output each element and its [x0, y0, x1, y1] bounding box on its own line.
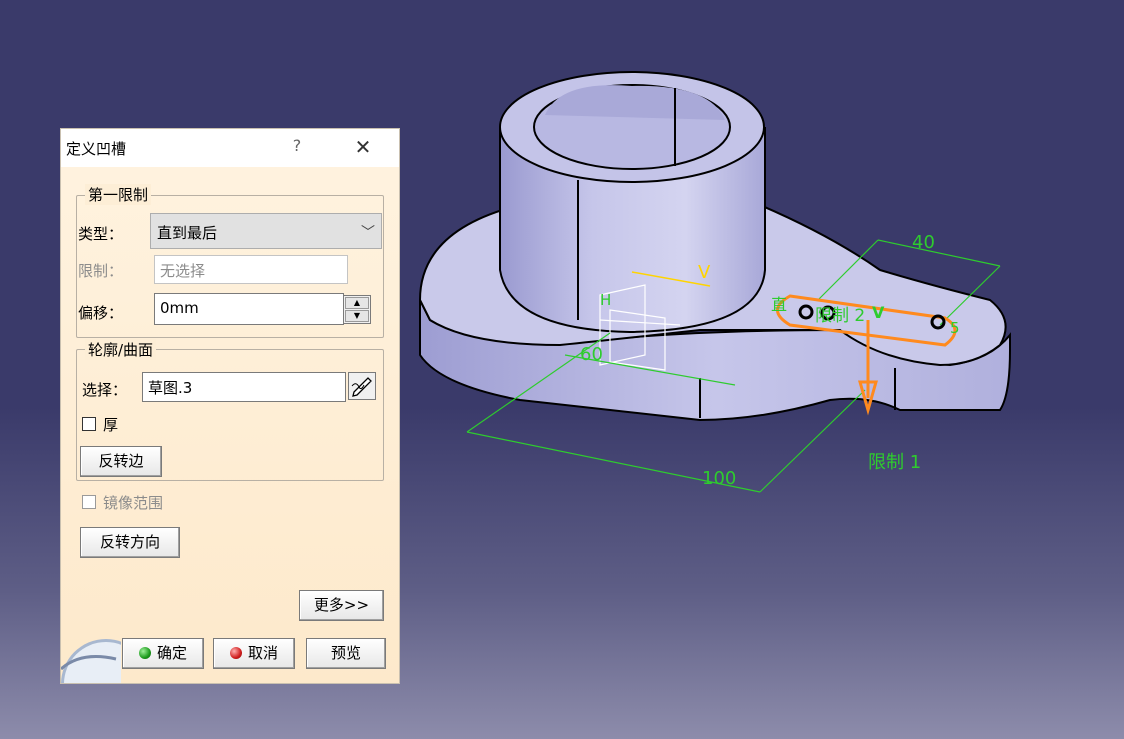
mirror-extent-checkbox[interactable]: [82, 495, 96, 509]
dimension-60: 60: [580, 344, 603, 365]
limit-1-label: 限制 1: [868, 452, 921, 473]
limit-2-label: 限制 2: [815, 306, 865, 326]
close-button[interactable]: ✕: [349, 135, 377, 159]
stepper-up-icon[interactable]: ▲: [345, 297, 369, 309]
profile-legend: 轮廓/曲面: [85, 339, 157, 360]
cancel-icon: [229, 647, 242, 659]
ok-label: 确定: [156, 644, 187, 662]
h-axis-label: H: [600, 291, 611, 309]
reverse-direction-button[interactable]: 反转方向: [80, 527, 180, 558]
type-label: 类型：: [78, 225, 124, 243]
thick-label: 厚: [103, 416, 119, 434]
profile-select-field[interactable]: 草图.3: [142, 372, 346, 402]
select-label: 选择：: [82, 381, 128, 399]
more-button[interactable]: 更多>>: [299, 590, 384, 621]
offset-label: 偏移：: [78, 304, 124, 322]
dialog-titlebar[interactable]: 定义凹槽 ? ✕: [61, 129, 399, 167]
limit-field[interactable]: 无选择: [154, 255, 348, 284]
thick-checkbox[interactable]: [82, 417, 96, 431]
profile-select-value: 草图.3: [148, 379, 193, 397]
offset-value: 0mm: [160, 299, 199, 317]
ok-icon: [138, 647, 151, 659]
sketch-edit-icon: [351, 377, 372, 397]
label-zhi: 直: [771, 295, 787, 314]
dialog-title: 定义凹槽: [66, 140, 127, 158]
cancel-button[interactable]: 取消: [213, 638, 295, 669]
limit-value: 无选择: [160, 262, 206, 280]
reverse-side-button[interactable]: 反转边: [80, 446, 162, 477]
dimension-100: 100: [702, 468, 736, 489]
v-mark: V: [872, 303, 885, 322]
first-limit-legend: 第一限制: [85, 184, 152, 205]
dimension-40: 40: [912, 232, 935, 253]
offset-field[interactable]: 0mm: [154, 293, 344, 325]
help-button[interactable]: ?: [287, 136, 307, 155]
chevron-down-icon: ﹀: [361, 225, 375, 241]
cylinder-boss: [499, 71, 766, 334]
v-axis-label: V: [698, 262, 711, 283]
limit-label: 限制：: [78, 262, 124, 280]
define-pocket-dialog: 定义凹槽 ? ✕ 第一限制 类型： 直到最后 ﹀ 限制： 无选择 偏移： 0mm…: [61, 129, 399, 683]
globe-decoration-icon: [61, 629, 121, 683]
dim-5: 5: [950, 319, 960, 337]
cancel-label: 取消: [247, 644, 278, 662]
offset-stepper[interactable]: ▲ ▼: [343, 295, 371, 324]
mirror-extent-label: 镜像范围: [103, 494, 164, 512]
sketcher-button[interactable]: [348, 372, 376, 400]
ok-button[interactable]: 确定: [122, 638, 204, 669]
preview-button[interactable]: 预览: [306, 638, 386, 669]
type-select[interactable]: 直到最后 ﹀: [150, 213, 382, 249]
type-value: 直到最后: [157, 224, 218, 242]
stepper-down-icon[interactable]: ▼: [345, 310, 369, 322]
